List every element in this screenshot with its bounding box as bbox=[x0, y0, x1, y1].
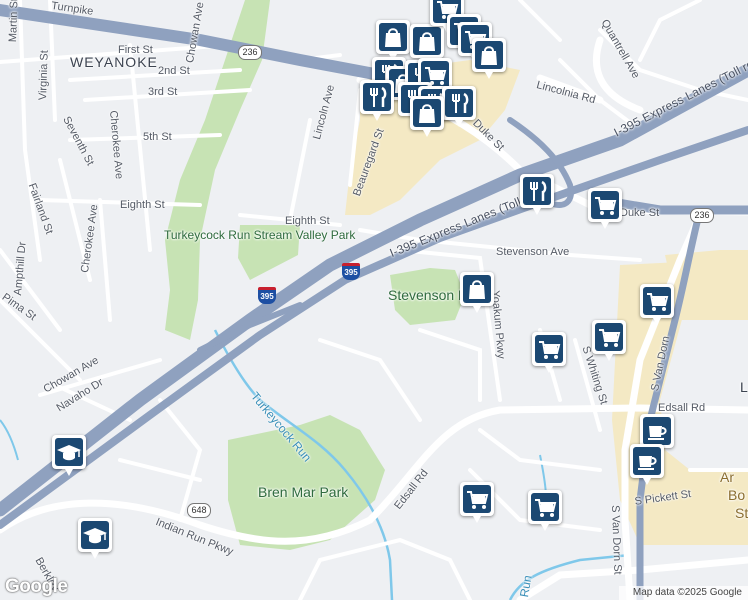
shopping-cart-poi-marker[interactable] bbox=[592, 320, 626, 361]
graduation-cap-poi-marker[interactable] bbox=[78, 518, 112, 559]
shopping-cart-poi-marker[interactable] bbox=[532, 332, 566, 373]
shopping-bag-poi-marker[interactable] bbox=[472, 38, 506, 79]
interstate-395-shield-a: 395 bbox=[342, 263, 360, 280]
shopping-bag-poi-marker[interactable] bbox=[460, 272, 494, 313]
map-attribution-bar: Map data ©2025 Google bbox=[618, 586, 748, 600]
street-label-martin-st: Martin St bbox=[7, 0, 21, 43]
interstate-395-shield-b: 395 bbox=[258, 287, 276, 304]
park-label-bren-mar: Bren Mar Park bbox=[258, 484, 349, 500]
park-label-stevenson: Stevenson Park bbox=[388, 287, 487, 303]
route-648-shield: 648 bbox=[187, 503, 211, 518]
street-label-edsall-rd-east: Edsall Rd bbox=[658, 402, 706, 414]
place-label-partial-st: St bbox=[735, 505, 748, 521]
restaurant-poi-marker[interactable] bbox=[520, 174, 554, 215]
map-attribution-text: Map data ©2025 Google bbox=[632, 587, 742, 598]
street-label-virginia-st: Virginia St bbox=[37, 50, 51, 101]
street-label-eighth-st-west: Eighth St bbox=[120, 199, 165, 211]
street-label-stevenson-ave: Stevenson Ave bbox=[496, 246, 570, 258]
shopping-cart-poi-marker[interactable] bbox=[640, 284, 674, 325]
park-label-turkeycock-stream-valley: Turkeycock Run Stream Valley Park bbox=[164, 228, 356, 242]
coffee-poi-marker[interactable] bbox=[640, 414, 674, 455]
street-label-s-van-dorn-south: S Van Dorn St bbox=[609, 504, 624, 575]
route-236-shield-west: 236 bbox=[238, 45, 262, 60]
shopping-bag-poi-marker[interactable] bbox=[376, 20, 410, 61]
shopping-cart-poi-marker[interactable] bbox=[460, 482, 494, 523]
place-label-partial-l: L bbox=[740, 379, 748, 395]
shopping-cart-poi-marker[interactable] bbox=[588, 188, 622, 229]
street-label-first-st: First St bbox=[118, 44, 153, 56]
shopping-bag-poi-marker[interactable] bbox=[410, 24, 444, 65]
water-label-run: Run bbox=[517, 574, 535, 599]
street-label-2nd-st: 2nd St bbox=[158, 65, 190, 77]
street-label-eighth-st-east: Eighth St bbox=[285, 215, 330, 227]
stream-west bbox=[0, 419, 19, 461]
route-236-shield-east: 236 bbox=[690, 208, 714, 223]
shopping-bag-poi-marker[interactable] bbox=[410, 96, 444, 137]
street-label-5th-st: 5th St bbox=[143, 131, 172, 143]
street-label-duke-st-east: Duke St bbox=[620, 207, 660, 219]
map-canvas[interactable]: 236 236 648 395 395 395 WEYANOKE First S… bbox=[0, 0, 748, 600]
google-logo: Google bbox=[5, 576, 68, 597]
shopping-cart-poi-marker[interactable] bbox=[528, 490, 562, 531]
street-label-3rd-st: 3rd St bbox=[148, 86, 178, 98]
neighborhood-label-weyanoke: WEYANOKE bbox=[70, 54, 158, 70]
restaurant-poi-marker[interactable] bbox=[442, 86, 476, 127]
place-label-partial-ar: Ar bbox=[720, 469, 734, 485]
turnpike-route236 bbox=[0, 4, 436, 91]
graduation-cap-poi-marker[interactable] bbox=[52, 435, 86, 476]
coffee-poi-marker[interactable] bbox=[630, 444, 664, 485]
place-label-partial-bo: Bo bbox=[728, 487, 746, 503]
restaurant-poi-marker[interactable] bbox=[360, 80, 394, 121]
